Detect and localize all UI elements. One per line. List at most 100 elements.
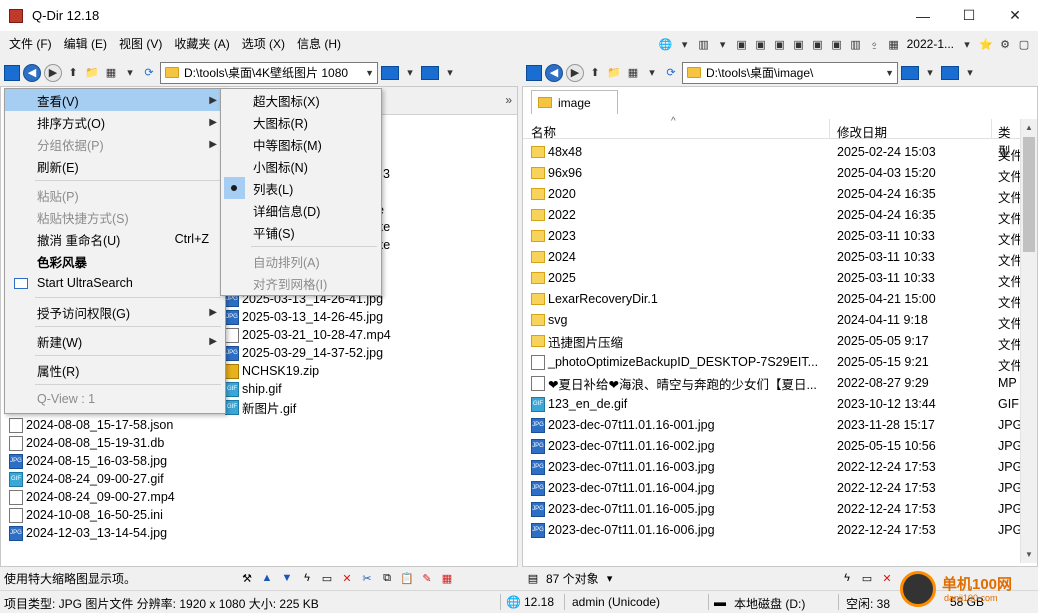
- table-row[interactable]: GIF 123_en_de.gif 2023-10-12 13:44 GIF: [531, 394, 1021, 414]
- menu-item-list[interactable]: 列表(L): [221, 177, 381, 199]
- menu-item-grant-access[interactable]: 授予访问权限(G) ▶: [5, 301, 225, 323]
- menu-item-properties[interactable]: 属性(R): [5, 359, 225, 381]
- menu-item-ultrasearch[interactable]: Start UltraSearch: [5, 272, 225, 294]
- back-button[interactable]: ◀: [23, 63, 41, 82]
- list-item[interactable]: JPG 2025-03-29_14-37-52.jpg: [225, 344, 383, 362]
- list-item[interactable]: 2024-08-08_15-17-58.json: [9, 416, 173, 434]
- globe-icon[interactable]: 🌐: [658, 36, 674, 52]
- table-row[interactable]: JPG 2023-dec-07t11.01.16-006.jpg 2022-12-2…: [531, 520, 1022, 540]
- layout-8-icon[interactable]: ▥: [848, 36, 864, 52]
- table-row[interactable]: JPG 2023-dec-07t11.01.16-001.jpg 2023-11-2…: [531, 415, 1022, 435]
- forward-button[interactable]: ▶: [44, 63, 62, 82]
- table-row[interactable]: 2024 2025-03-11 10:33 文件: [531, 247, 1023, 268]
- rename-icon[interactable]: ▭: [320, 571, 334, 585]
- delete-icon[interactable]: ✕: [340, 571, 354, 585]
- table-row[interactable]: 2020 2025-04-24 16:35 文件: [531, 184, 1023, 205]
- edit-icon[interactable]: ✎: [420, 571, 434, 585]
- column-name[interactable]: 名称: [531, 122, 556, 141]
- new-folder-icon[interactable]: 📁: [606, 65, 622, 81]
- menu-item-tiles[interactable]: 平铺(S): [221, 221, 381, 243]
- chevron-down-icon[interactable]: ▼: [885, 68, 894, 78]
- dropdown-icon[interactable]: ▾: [959, 36, 975, 52]
- table-row[interactable]: 2025 2025-03-11 10:33 文件: [531, 268, 1023, 289]
- rename-icon[interactable]: ▭: [860, 571, 874, 585]
- scrollbar-thumb[interactable]: [1023, 137, 1035, 252]
- table-row[interactable]: LexarRecoveryDir.1 2025-04-21 15:00 文件: [531, 289, 1023, 310]
- table-row[interactable]: _photoOptimizeBackupID_DESKTOP-7S29EIT..…: [531, 352, 1023, 373]
- list-item[interactable]: 2024-10-08_16-50-25.ini: [9, 506, 163, 524]
- menu-item-refresh[interactable]: 刷新(E): [5, 155, 225, 177]
- menu-item-extra-large-icons[interactable]: 超大图标(X): [221, 89, 381, 111]
- dropdown-icon[interactable]: ▾: [442, 65, 458, 81]
- scroll-down-icon[interactable]: ▼: [1025, 550, 1033, 559]
- table-row[interactable]: 48x48 2025-02-24 15:03 文件: [531, 142, 1023, 163]
- list-item[interactable]: NCHSK19.zip: [225, 362, 319, 380]
- up-folder-icon[interactable]: ⬆: [65, 65, 81, 81]
- layout-3-icon[interactable]: ▣: [753, 36, 769, 52]
- tools-icon[interactable]: ⚙: [997, 36, 1013, 52]
- column-date[interactable]: 修改日期: [837, 122, 887, 141]
- monitor-icon[interactable]: [421, 65, 439, 80]
- menu-favorites[interactable]: 收藏夹 (A): [168, 31, 235, 58]
- folder-star-icon[interactable]: ⭐: [978, 36, 994, 52]
- list-item[interactable]: JPG 2024-08-15_16-03-58.jpg: [9, 452, 167, 470]
- menu-item-undo-rename[interactable]: 撤消 重命名(U) Ctrl+Z: [5, 228, 225, 250]
- refresh-icon[interactable]: ⟳: [141, 65, 157, 81]
- list-item[interactable]: GIF ship.gif: [225, 380, 282, 398]
- right-file-pane[interactable]: image 名称 ^ 修改日期 类型 48x48 2025-02-24 15:03…: [522, 86, 1038, 567]
- dropdown-icon[interactable]: ▾: [715, 36, 731, 52]
- up-icon[interactable]: ▲: [260, 571, 274, 585]
- dropdown-icon[interactable]: ▾: [122, 65, 138, 81]
- cut-icon[interactable]: ✂: [360, 571, 374, 585]
- chevron-right-icon[interactable]: »: [505, 93, 512, 107]
- list-item[interactable]: 2024-08-24_09-00-27.mp4: [9, 488, 175, 506]
- table-row[interactable]: JPG 2023-dec-07t11.01.16-003.jpg 2022-12-2…: [531, 457, 1022, 477]
- layout-5-icon[interactable]: ▣: [791, 36, 807, 52]
- delete-icon[interactable]: ✕: [880, 571, 894, 585]
- lock-icon[interactable]: ⍚: [867, 36, 883, 52]
- menu-item-view[interactable]: 查看(V) ▶: [5, 89, 225, 111]
- list-item[interactable]: GIF 新图片.gif: [225, 398, 296, 416]
- dropdown-icon[interactable]: ▾: [644, 65, 660, 81]
- table-row[interactable]: JPG 2023-dec-07t11.01.16-005.jpg 2022-12-2…: [531, 499, 1022, 519]
- maximize-button[interactable]: ☐: [946, 0, 992, 31]
- right-path-input[interactable]: D:\tools\桌面\image\ ▼: [682, 61, 898, 84]
- left-path-input[interactable]: D:\tools\桌面\4K壁纸图片 1080 ▼: [160, 61, 378, 84]
- up-folder-icon[interactable]: ⬆: [587, 65, 603, 81]
- window-icon[interactable]: ▢: [1016, 36, 1032, 52]
- stop-icon[interactable]: ▦: [440, 571, 454, 585]
- new-folder-icon[interactable]: 📁: [84, 65, 100, 81]
- table-row[interactable]: 迅捷图片压缩 2025-05-05 9:17 文件: [531, 331, 1023, 352]
- list-item[interactable]: JPG 2025-03-13_14-26-45.jpg: [225, 308, 383, 326]
- lightning-icon[interactable]: ϟ: [840, 571, 854, 585]
- view-grid-icon[interactable]: ▦: [103, 65, 119, 81]
- dropdown-icon[interactable]: ▾: [922, 65, 938, 81]
- layout-4-icon[interactable]: ▣: [772, 36, 788, 52]
- menu-file[interactable]: 文件 (F): [3, 31, 58, 58]
- dropdown-icon[interactable]: ▾: [603, 571, 617, 585]
- view-grid-icon[interactable]: ▦: [625, 65, 641, 81]
- layout-6-icon[interactable]: ▣: [810, 36, 826, 52]
- dropdown-icon[interactable]: ▾: [677, 36, 693, 52]
- chevron-down-icon[interactable]: ▼: [365, 68, 374, 78]
- layout-1-icon[interactable]: ▥: [696, 36, 712, 52]
- menu-item-details[interactable]: 详细信息(D): [221, 199, 381, 221]
- paste-icon[interactable]: 📋: [400, 571, 414, 585]
- layout-9-icon[interactable]: ▦: [886, 36, 902, 52]
- back-button[interactable]: ◀: [545, 63, 563, 82]
- copy-icon[interactable]: ⧉: [380, 571, 394, 585]
- monitor-icon[interactable]: [901, 65, 919, 80]
- menu-item-medium-icons[interactable]: 中等图标(M): [221, 133, 381, 155]
- list-item[interactable]: GIF 2024-08-24_09-00-27.gif: [9, 470, 164, 488]
- view-mode-icon[interactable]: [4, 64, 20, 81]
- menu-edit[interactable]: 编辑 (E): [58, 31, 113, 58]
- menu-item-large-icons[interactable]: 大图标(R): [221, 111, 381, 133]
- lightning-icon[interactable]: ϟ: [300, 571, 314, 585]
- menu-info[interactable]: 信息 (H): [291, 31, 347, 58]
- table-row[interactable]: 96x96 2025-04-03 15:20 文件: [531, 163, 1023, 184]
- scroll-up-icon[interactable]: ▲: [1025, 123, 1033, 132]
- table-row[interactable]: ❤夏日补给❤海浪、晴空与奔跑的少女们【夏日... 2022-08-27 9:29 M…: [531, 373, 1021, 393]
- menu-view[interactable]: 视图 (V): [113, 31, 168, 58]
- dropdown-icon[interactable]: ▾: [402, 65, 418, 81]
- table-row[interactable]: JPG 2023-dec-07t11.01.16-002.jpg 2025-05-1…: [531, 436, 1022, 456]
